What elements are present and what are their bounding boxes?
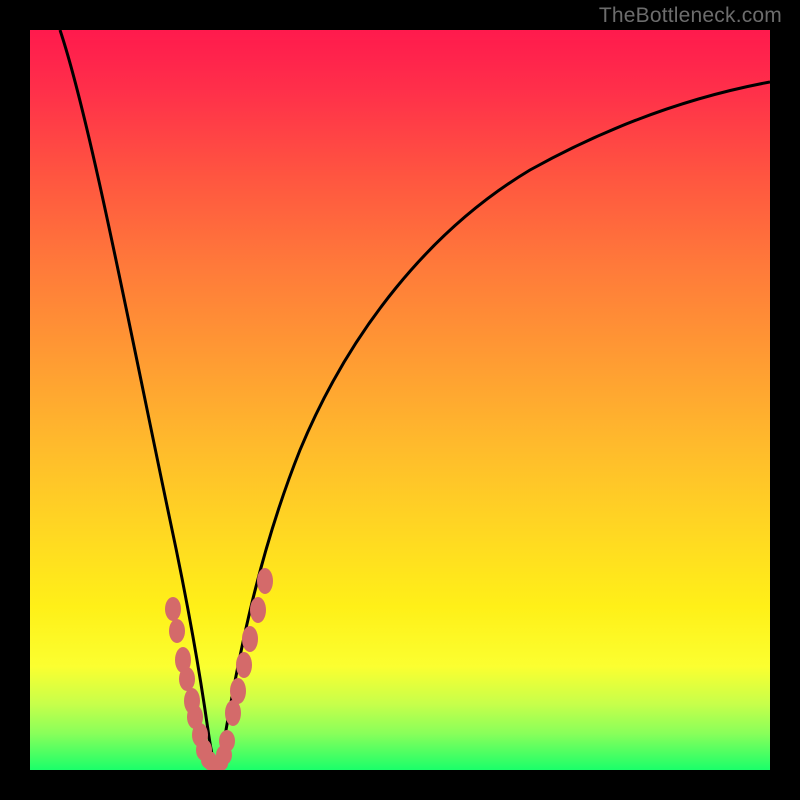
chart-svg bbox=[30, 30, 770, 770]
marker-dot bbox=[230, 678, 246, 704]
marker-dot bbox=[236, 652, 252, 678]
marker-group bbox=[165, 568, 273, 770]
bottleneck-curve bbox=[60, 30, 770, 765]
marker-dot bbox=[242, 626, 258, 652]
marker-dot bbox=[219, 730, 235, 752]
marker-dot bbox=[257, 568, 273, 594]
marker-dot bbox=[169, 619, 185, 643]
plot-area bbox=[30, 30, 770, 770]
marker-dot bbox=[179, 667, 195, 691]
marker-dot bbox=[250, 597, 266, 623]
marker-dot bbox=[165, 597, 181, 621]
watermark-text: TheBottleneck.com bbox=[599, 4, 782, 28]
outer-frame: TheBottleneck.com bbox=[0, 0, 800, 800]
